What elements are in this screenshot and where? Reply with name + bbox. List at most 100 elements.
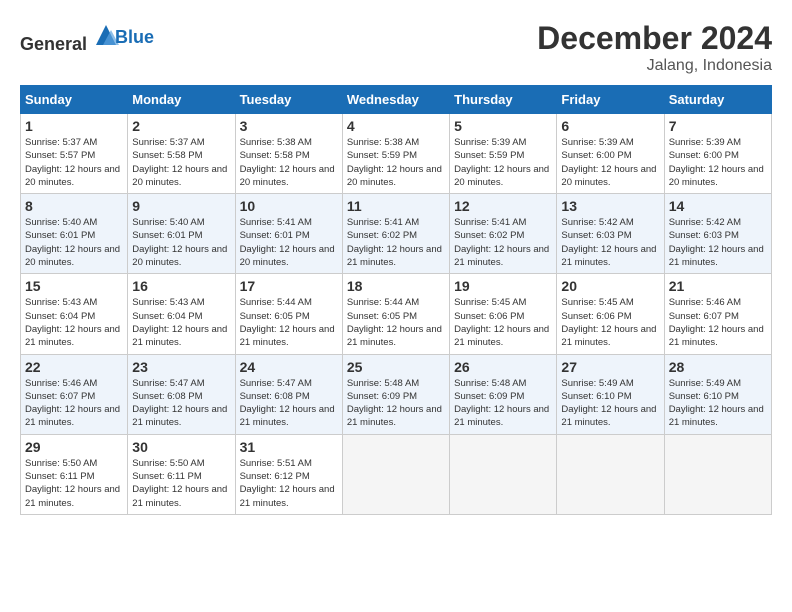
day-number: 6 [561,118,659,134]
calendar-day: 24 Sunrise: 5:47 AM Sunset: 6:08 PM Dayl… [235,354,342,434]
calendar-day: 26 Sunrise: 5:48 AM Sunset: 6:09 PM Dayl… [450,354,557,434]
logo-general: General [20,34,87,54]
day-info: Sunrise: 5:48 AM Sunset: 6:09 PM Dayligh… [454,377,552,430]
calendar-day: 12 Sunrise: 5:41 AM Sunset: 6:02 PM Dayl… [450,194,557,274]
day-number: 3 [240,118,338,134]
day-info: Sunrise: 5:39 AM Sunset: 5:59 PM Dayligh… [454,136,552,189]
day-info: Sunrise: 5:40 AM Sunset: 6:01 PM Dayligh… [132,216,230,269]
day-number: 22 [25,359,123,375]
calendar-day [450,434,557,514]
day-info: Sunrise: 5:50 AM Sunset: 6:11 PM Dayligh… [25,457,123,510]
calendar-day [342,434,449,514]
day-info: Sunrise: 5:42 AM Sunset: 6:03 PM Dayligh… [561,216,659,269]
calendar-day: 1 Sunrise: 5:37 AM Sunset: 5:57 PM Dayli… [21,114,128,194]
day-number: 8 [25,198,123,214]
calendar-day: 18 Sunrise: 5:44 AM Sunset: 6:05 PM Dayl… [342,274,449,354]
day-info: Sunrise: 5:47 AM Sunset: 6:08 PM Dayligh… [132,377,230,430]
day-number: 29 [25,439,123,455]
col-tuesday: Tuesday [235,86,342,114]
day-info: Sunrise: 5:38 AM Sunset: 5:59 PM Dayligh… [347,136,445,189]
calendar-day: 9 Sunrise: 5:40 AM Sunset: 6:01 PM Dayli… [128,194,235,274]
day-number: 16 [132,278,230,294]
day-number: 20 [561,278,659,294]
day-number: 21 [669,278,767,294]
day-info: Sunrise: 5:40 AM Sunset: 6:01 PM Dayligh… [25,216,123,269]
day-number: 27 [561,359,659,375]
logo-blue: Blue [115,27,154,48]
calendar-day: 19 Sunrise: 5:45 AM Sunset: 6:06 PM Dayl… [450,274,557,354]
day-number: 11 [347,198,445,214]
calendar-day: 13 Sunrise: 5:42 AM Sunset: 6:03 PM Dayl… [557,194,664,274]
calendar-day [664,434,771,514]
day-info: Sunrise: 5:51 AM Sunset: 6:12 PM Dayligh… [240,457,338,510]
day-info: Sunrise: 5:47 AM Sunset: 6:08 PM Dayligh… [240,377,338,430]
calendar-day [557,434,664,514]
day-number: 25 [347,359,445,375]
day-number: 9 [132,198,230,214]
day-info: Sunrise: 5:39 AM Sunset: 6:00 PM Dayligh… [669,136,767,189]
day-info: Sunrise: 5:45 AM Sunset: 6:06 PM Dayligh… [561,296,659,349]
col-thursday: Thursday [450,86,557,114]
day-info: Sunrise: 5:44 AM Sunset: 6:05 PM Dayligh… [347,296,445,349]
month-title: December 2024 [537,20,772,57]
calendar-day: 31 Sunrise: 5:51 AM Sunset: 6:12 PM Dayl… [235,434,342,514]
calendar-day: 11 Sunrise: 5:41 AM Sunset: 6:02 PM Dayl… [342,194,449,274]
page-header: General Blue December 2024 Jalang, Indon… [20,20,772,75]
calendar-day: 25 Sunrise: 5:48 AM Sunset: 6:09 PM Dayl… [342,354,449,434]
day-info: Sunrise: 5:46 AM Sunset: 6:07 PM Dayligh… [25,377,123,430]
day-number: 28 [669,359,767,375]
day-info: Sunrise: 5:46 AM Sunset: 6:07 PM Dayligh… [669,296,767,349]
calendar-day: 27 Sunrise: 5:49 AM Sunset: 6:10 PM Dayl… [557,354,664,434]
header-row: Sunday Monday Tuesday Wednesday Thursday… [21,86,772,114]
col-sunday: Sunday [21,86,128,114]
col-wednesday: Wednesday [342,86,449,114]
day-number: 2 [132,118,230,134]
calendar-day: 23 Sunrise: 5:47 AM Sunset: 6:08 PM Dayl… [128,354,235,434]
day-number: 7 [669,118,767,134]
day-number: 19 [454,278,552,294]
day-number: 23 [132,359,230,375]
title-block: December 2024 Jalang, Indonesia [537,20,772,75]
day-number: 1 [25,118,123,134]
day-number: 10 [240,198,338,214]
day-info: Sunrise: 5:44 AM Sunset: 6:05 PM Dayligh… [240,296,338,349]
day-number: 15 [25,278,123,294]
logo-text: General [20,20,121,55]
calendar-day: 5 Sunrise: 5:39 AM Sunset: 5:59 PM Dayli… [450,114,557,194]
calendar-day: 30 Sunrise: 5:50 AM Sunset: 6:11 PM Dayl… [128,434,235,514]
day-number: 26 [454,359,552,375]
calendar-day: 7 Sunrise: 5:39 AM Sunset: 6:00 PM Dayli… [664,114,771,194]
calendar-week-5: 29 Sunrise: 5:50 AM Sunset: 6:11 PM Dayl… [21,434,772,514]
calendar-day: 10 Sunrise: 5:41 AM Sunset: 6:01 PM Dayl… [235,194,342,274]
day-info: Sunrise: 5:50 AM Sunset: 6:11 PM Dayligh… [132,457,230,510]
calendar-day: 16 Sunrise: 5:43 AM Sunset: 6:04 PM Dayl… [128,274,235,354]
calendar-day: 6 Sunrise: 5:39 AM Sunset: 6:00 PM Dayli… [557,114,664,194]
day-info: Sunrise: 5:49 AM Sunset: 6:10 PM Dayligh… [669,377,767,430]
day-number: 31 [240,439,338,455]
day-info: Sunrise: 5:42 AM Sunset: 6:03 PM Dayligh… [669,216,767,269]
day-number: 30 [132,439,230,455]
calendar-day: 21 Sunrise: 5:46 AM Sunset: 6:07 PM Dayl… [664,274,771,354]
day-info: Sunrise: 5:41 AM Sunset: 6:02 PM Dayligh… [454,216,552,269]
day-number: 5 [454,118,552,134]
calendar-day: 22 Sunrise: 5:46 AM Sunset: 6:07 PM Dayl… [21,354,128,434]
day-info: Sunrise: 5:41 AM Sunset: 6:01 PM Dayligh… [240,216,338,269]
calendar-week-1: 1 Sunrise: 5:37 AM Sunset: 5:57 PM Dayli… [21,114,772,194]
day-number: 14 [669,198,767,214]
day-info: Sunrise: 5:43 AM Sunset: 6:04 PM Dayligh… [132,296,230,349]
day-info: Sunrise: 5:49 AM Sunset: 6:10 PM Dayligh… [561,377,659,430]
day-number: 24 [240,359,338,375]
day-info: Sunrise: 5:45 AM Sunset: 6:06 PM Dayligh… [454,296,552,349]
col-friday: Friday [557,86,664,114]
col-saturday: Saturday [664,86,771,114]
day-info: Sunrise: 5:38 AM Sunset: 5:58 PM Dayligh… [240,136,338,189]
day-info: Sunrise: 5:37 AM Sunset: 5:58 PM Dayligh… [132,136,230,189]
calendar-table: Sunday Monday Tuesday Wednesday Thursday… [20,85,772,515]
calendar-week-2: 8 Sunrise: 5:40 AM Sunset: 6:01 PM Dayli… [21,194,772,274]
day-number: 18 [347,278,445,294]
calendar-day: 2 Sunrise: 5:37 AM Sunset: 5:58 PM Dayli… [128,114,235,194]
day-info: Sunrise: 5:48 AM Sunset: 6:09 PM Dayligh… [347,377,445,430]
calendar-week-4: 22 Sunrise: 5:46 AM Sunset: 6:07 PM Dayl… [21,354,772,434]
day-number: 4 [347,118,445,134]
day-info: Sunrise: 5:37 AM Sunset: 5:57 PM Dayligh… [25,136,123,189]
